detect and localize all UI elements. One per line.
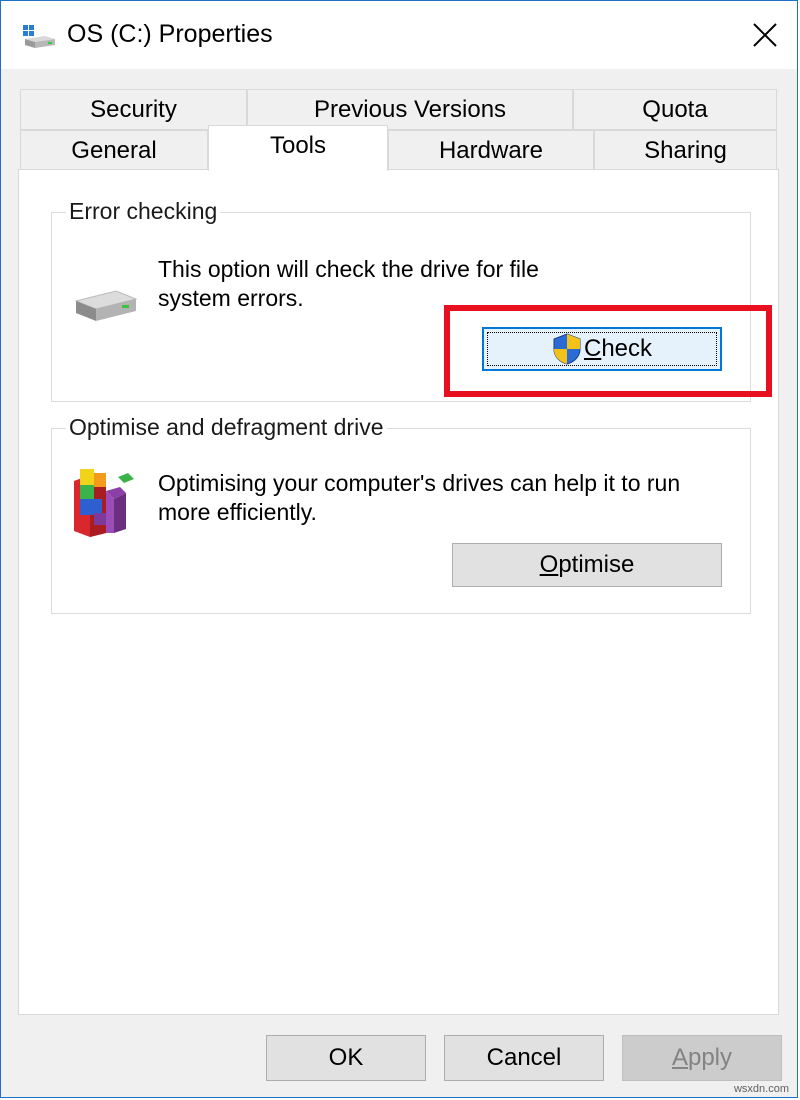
optimise-group: Optimise and defragment drive Optimising…	[51, 413, 751, 614]
tab-hardware[interactable]: Hardware	[388, 130, 594, 171]
watermark: wsxdn.com	[733, 1083, 789, 1095]
cancel-button-label: Cancel	[486, 1044, 562, 1071]
apply-button-label: Apply	[671, 1044, 733, 1071]
ok-button[interactable]: OK	[266, 1035, 426, 1081]
tab-quota[interactable]: Quota	[573, 89, 777, 130]
ok-button-label: OK	[328, 1044, 364, 1071]
cancel-button[interactable]: Cancel	[444, 1035, 604, 1081]
tab-sharing[interactable]: Sharing	[594, 130, 777, 171]
optimise-label: Optimise and defragment drive	[66, 413, 387, 441]
window-title: OS (C:) Properties	[67, 20, 273, 48]
tools-tab-panel: Error checking This option will check th…	[18, 169, 779, 1015]
optimise-button[interactable]: Optimise	[452, 543, 722, 587]
drive-window-icon	[23, 25, 55, 48]
optimise-description-line2: more efficiently.	[158, 499, 317, 525]
tab-tools-label: Tools	[269, 132, 327, 159]
error-checking-description-line2: system errors.	[158, 285, 304, 311]
close-icon	[753, 23, 777, 47]
error-checking-description-line1: This option will check the drive for fil…	[158, 256, 539, 282]
tab-tools[interactable]: Tools	[208, 125, 388, 171]
close-button[interactable]	[733, 1, 797, 69]
defrag-icon	[74, 469, 134, 537]
tab-sharing-label: Sharing	[644, 137, 727, 164]
tab-security[interactable]: Security	[20, 89, 247, 130]
tab-previous-versions[interactable]: Previous Versions	[247, 89, 573, 130]
tab-general-label: General	[71, 137, 157, 164]
tab-general[interactable]: General	[20, 130, 208, 171]
highlight-annotation	[444, 305, 772, 397]
tab-previous-versions-label: Previous Versions	[313, 96, 507, 123]
tab-security-label: Security	[90, 96, 177, 123]
error-checking-label: Error checking	[66, 197, 221, 225]
title-bar: OS (C:) Properties	[1, 1, 797, 69]
properties-dialog: OS (C:) Properties Security Previous Ver…	[0, 0, 798, 1098]
tab-hardware-label: Hardware	[438, 137, 544, 164]
drive-icon	[74, 290, 138, 321]
tab-quota-label: Quota	[642, 96, 708, 123]
optimise-button-label: Optimise	[539, 551, 635, 578]
optimise-description-line1: Optimising your computer's drives can he…	[158, 470, 681, 496]
apply-button[interactable]: Apply	[622, 1035, 782, 1081]
